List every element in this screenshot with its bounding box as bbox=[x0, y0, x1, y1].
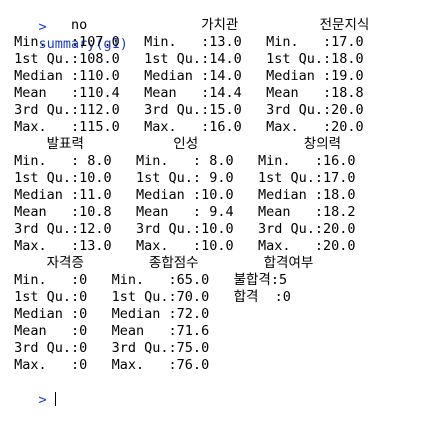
output-line-4: Median :110.0 Median :14.0 Median :19.0 bbox=[6, 68, 380, 84]
output-line-11: Median :11.0 Median :10.0 Median :18.0 bbox=[6, 187, 372, 203]
output-line-8: 발표력 인성 창의력 bbox=[6, 136, 382, 152]
output-line-10: 1st Qu.:10.0 1st Qu.: 9.0 1st Qu.:17.0 bbox=[6, 170, 372, 186]
output-line-12: Mean :10.8 Mean : 9.4 Mean :18.2 bbox=[6, 204, 372, 220]
input-line[interactable]: > bbox=[6, 375, 56, 408]
output-line-20: 3rd Qu.:0 3rd Qu.:75.0 bbox=[6, 340, 323, 356]
output-line-1: no 가치관 전문지식 bbox=[6, 17, 402, 33]
output-line-6: 3rd Qu.:112.0 3rd Qu.:15.0 3rd Qu.:20.0 bbox=[6, 102, 380, 118]
output-line-5: Mean :110.4 Mean :14.4 Mean :18.8 bbox=[6, 85, 380, 101]
output-line-18: Median :0 Median :72.0 bbox=[6, 306, 323, 322]
output-line-21: Max. :0 Max. :76.0 bbox=[6, 357, 323, 373]
output-line-3: 1st Qu.:108.0 1st Qu.:14.0 1st Qu.:18.0 bbox=[6, 51, 380, 67]
output-line-15: 자격증 종합점수 합격여부 bbox=[6, 255, 330, 271]
output-line-9: Min. : 8.0 Min. : 8.0 Min. :16.0 bbox=[6, 153, 372, 169]
output-line-19: Mean :0 Mean :71.6 bbox=[6, 323, 323, 339]
output-line-16: Min. :0 Min. :65.0 불합격:5 bbox=[6, 272, 312, 288]
text-cursor bbox=[54, 392, 56, 406]
output-line-7: Max. :115.0 Max. :16.0 Max. :20.0 bbox=[6, 119, 380, 135]
output-line-14: Max. :13.0 Max. :10.0 Max. :20.0 bbox=[6, 238, 372, 254]
output-line-2: Min. :107.0 Min. :13.0 Min. :17.0 bbox=[6, 34, 380, 50]
r-console[interactable]: > summary(g1) no 가치관 전문지식 Min. :107.0 Mi… bbox=[0, 0, 444, 408]
next-prompt-symbol: > bbox=[38, 392, 47, 408]
output-line-13: 3rd Qu.:12.0 3rd Qu.:10.0 3rd Qu.:20.0 bbox=[6, 221, 372, 237]
output-line-17: 1st Qu.:0 1st Qu.:70.0 합격 :0 bbox=[6, 289, 316, 305]
